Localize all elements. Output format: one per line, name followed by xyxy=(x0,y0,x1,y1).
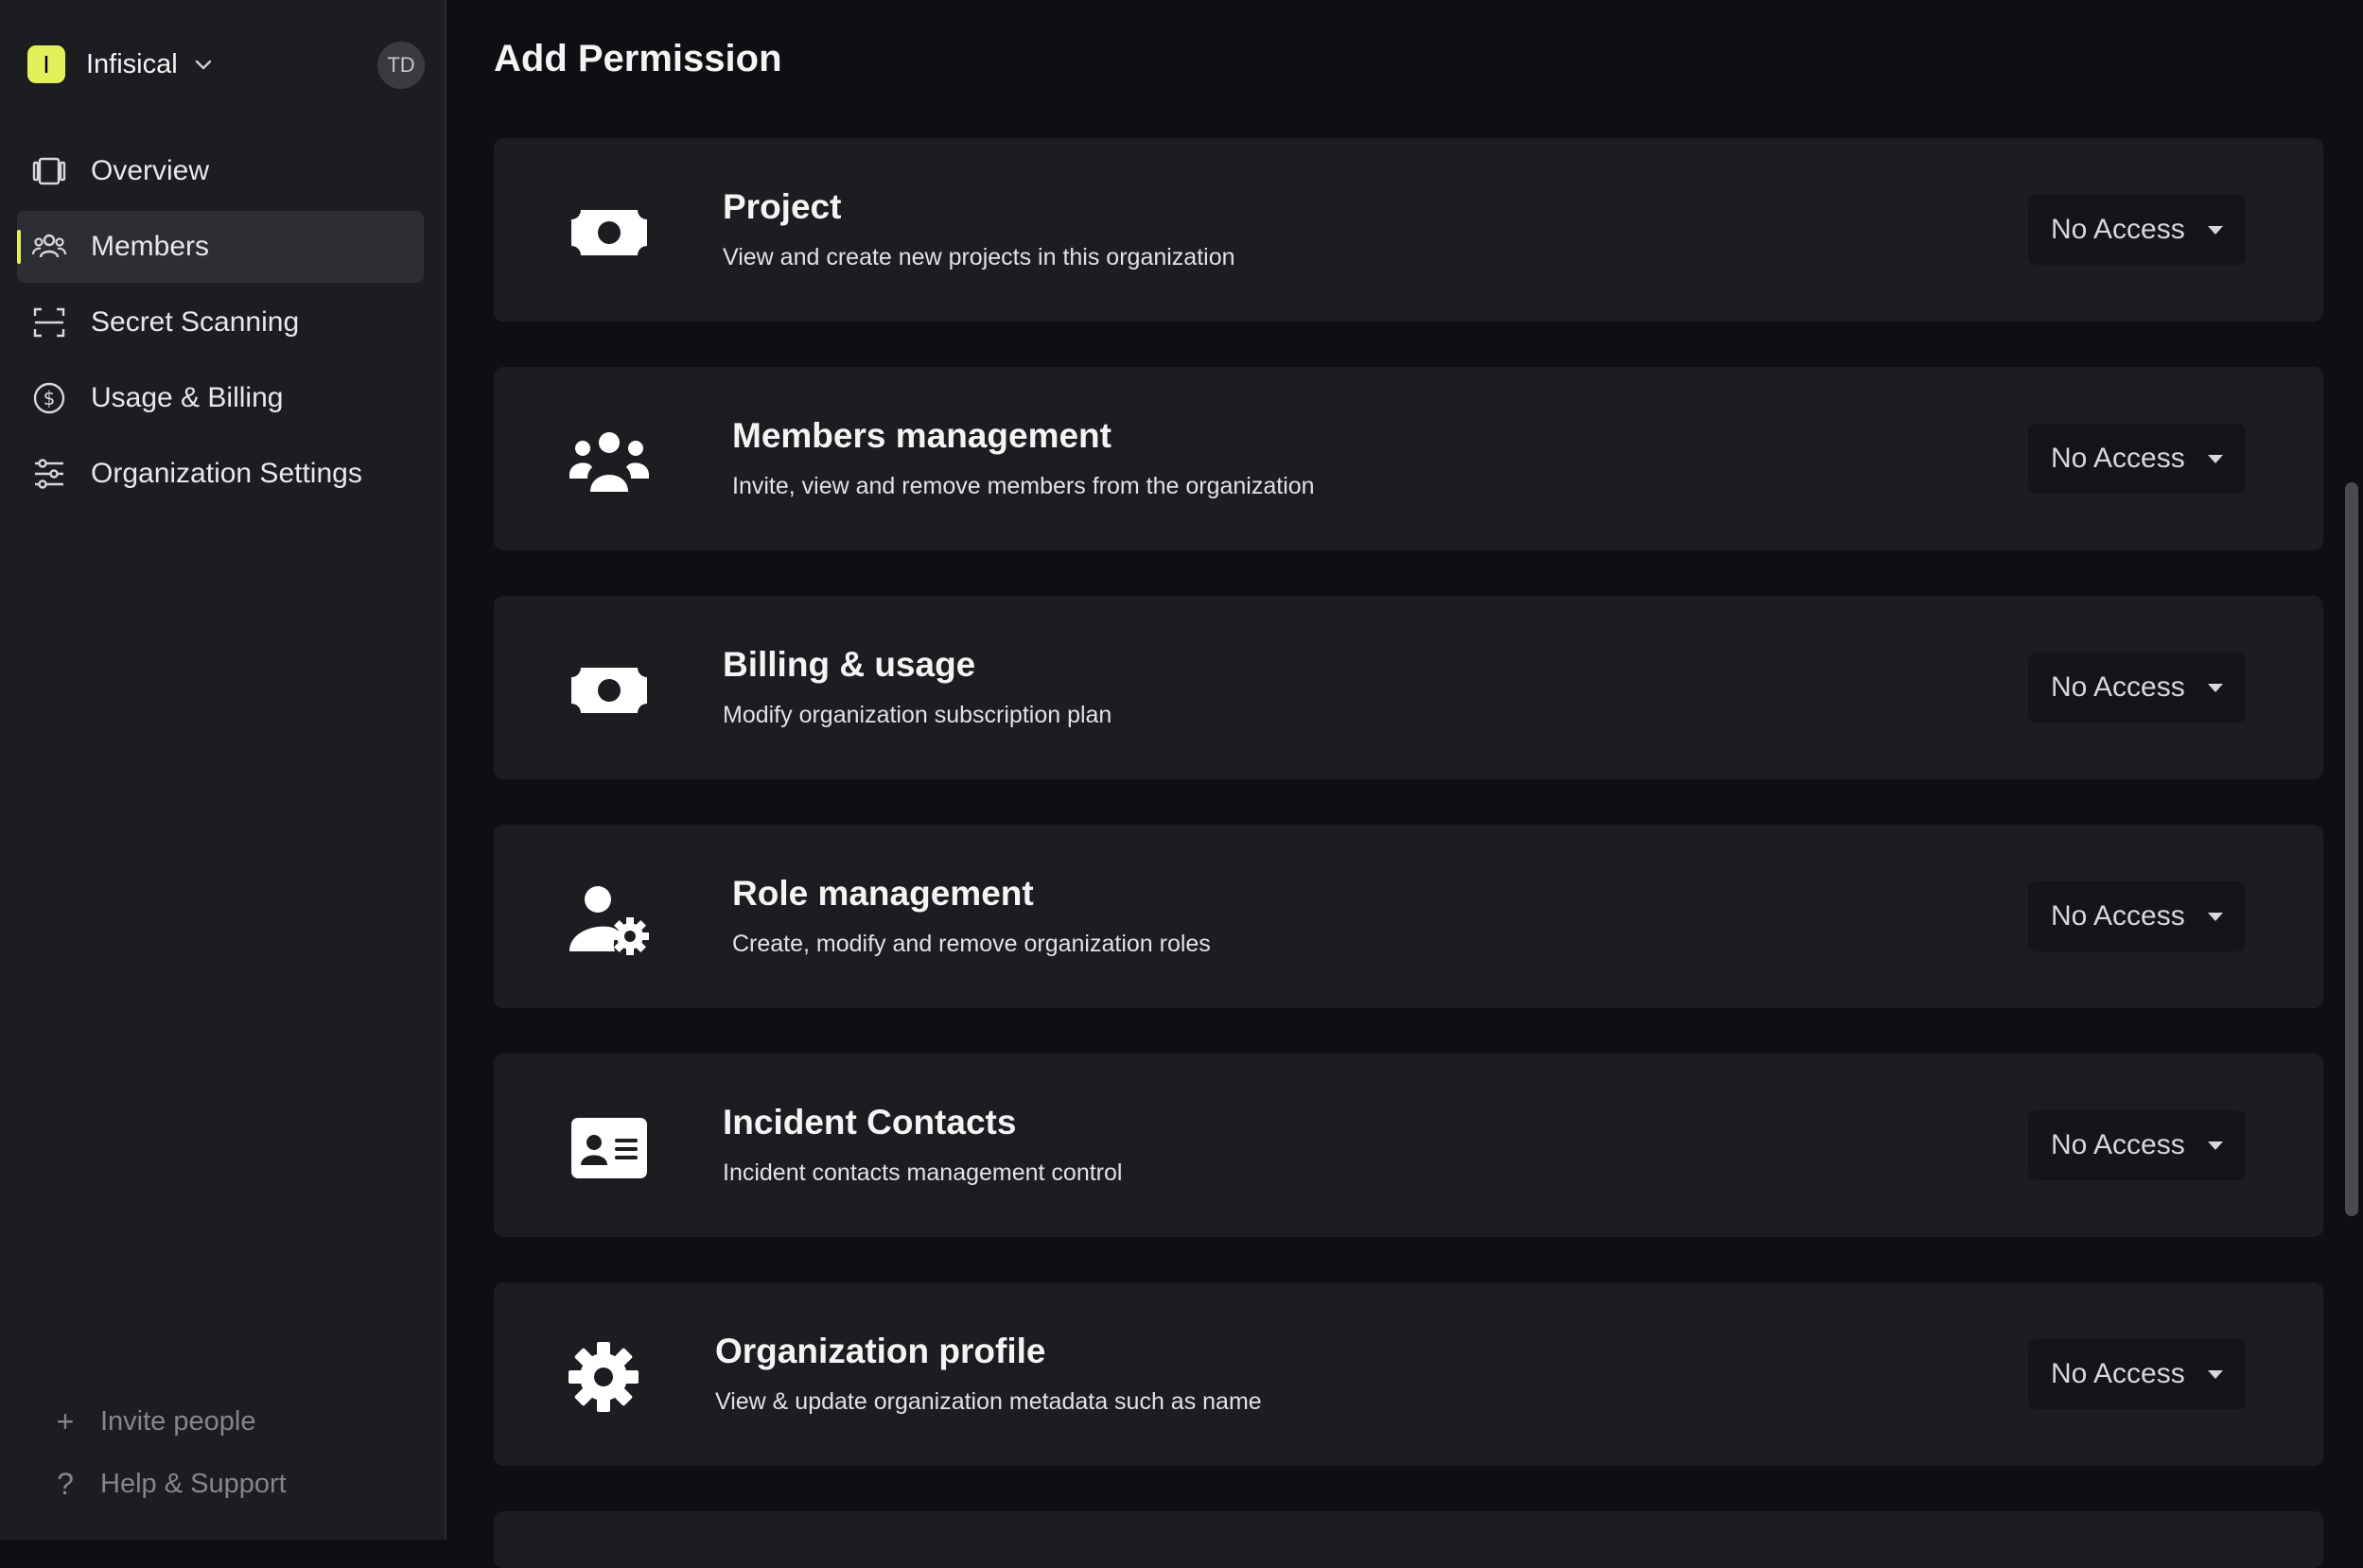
invite-people-button[interactable]: + Invite people xyxy=(49,1390,287,1453)
permission-description: Modify organization subscription plan xyxy=(723,702,1112,728)
access-select-value: No Access xyxy=(2051,214,2185,245)
access-select-value: No Access xyxy=(2051,900,2185,932)
scrollbar[interactable] xyxy=(2338,0,2363,1540)
gear-icon xyxy=(560,1339,647,1415)
invite-people-label: Invite people xyxy=(100,1405,256,1437)
permission-title: Members management xyxy=(732,416,1111,455)
sidebar-footer: + Invite people ? Help & Support xyxy=(49,1390,287,1515)
permission-description: Invite, view and remove members from the… xyxy=(732,473,1315,499)
sidebar-item-label: Secret Scanning xyxy=(91,306,300,338)
access-select-value: No Access xyxy=(2051,443,2185,474)
permission-card-members-management: Members management Invite, view and remo… xyxy=(494,367,2323,550)
main-content: Add Permission Project View and create n… xyxy=(446,0,2338,1568)
permission-card-partial xyxy=(494,1511,2323,1568)
permission-description: Create, modify and remove organization r… xyxy=(732,931,1211,957)
access-select[interactable]: No Access xyxy=(2028,881,2246,951)
overview-icon xyxy=(30,152,68,190)
sidebar-item-label: Overview xyxy=(91,155,210,186)
org-logo: I xyxy=(27,45,65,83)
permission-title: Role management xyxy=(732,874,1034,913)
permission-title: Billing & usage xyxy=(723,645,976,684)
permission-card-role-management: Role management Create, modify and remov… xyxy=(494,825,2323,1008)
permission-card-incident-contacts: Incident Contacts Incident contacts mana… xyxy=(494,1054,2323,1237)
access-select[interactable]: No Access xyxy=(2028,195,2246,265)
avatar[interactable]: TD xyxy=(377,42,425,89)
sidebar-item-secret-scanning[interactable]: Secret Scanning xyxy=(17,287,424,358)
money-bill-icon xyxy=(566,195,653,270)
access-select-value: No Access xyxy=(2051,1129,2185,1160)
money-bill-icon xyxy=(566,653,653,728)
permission-card-project: Project View and create new projects in … xyxy=(494,138,2323,322)
question-icon: ? xyxy=(57,1466,74,1501)
sidebar-item-label: Members xyxy=(91,231,210,262)
sidebar-item-organization-settings[interactable]: Organization Settings xyxy=(17,438,424,510)
svg-text:$: $ xyxy=(44,387,56,409)
access-select[interactable]: No Access xyxy=(2028,653,2246,723)
help-support-button[interactable]: ? Help & Support xyxy=(49,1453,287,1515)
sidebar-item-overview[interactable]: Overview xyxy=(17,135,424,207)
scan-icon xyxy=(30,304,68,341)
caret-down-icon xyxy=(2208,455,2223,463)
sidebar-item-members[interactable]: Members xyxy=(17,211,424,283)
contact-card-icon xyxy=(566,1110,653,1186)
permission-card-billing-usage: Billing & usage Modify organization subs… xyxy=(494,596,2323,779)
access-select[interactable]: No Access xyxy=(2028,424,2246,494)
sliders-icon xyxy=(30,455,68,493)
access-select-value: No Access xyxy=(2051,671,2185,703)
permission-title: Incident Contacts xyxy=(723,1103,1017,1141)
chevron-down-icon xyxy=(193,54,214,75)
caret-down-icon xyxy=(2208,684,2223,692)
caret-down-icon xyxy=(2208,226,2223,235)
permission-title: Organization profile xyxy=(715,1332,1046,1370)
access-select[interactable]: No Access xyxy=(2028,1339,2246,1409)
permission-card-organization-profile: Organization profile View & update organ… xyxy=(494,1282,2323,1466)
org-switcher[interactable]: I Infisical TD xyxy=(27,42,425,89)
access-select-value: No Access xyxy=(2051,1358,2185,1389)
scrollbar-thumb[interactable] xyxy=(2345,482,2358,1216)
plus-icon: + xyxy=(56,1403,75,1438)
permission-title: Project xyxy=(723,187,842,226)
sidebar: I Infisical TD Overview Members Secret S… xyxy=(0,0,446,1540)
sidebar-nav: Overview Members Secret Scanning $ Usage… xyxy=(17,135,424,514)
access-select[interactable]: No Access xyxy=(2028,1110,2246,1180)
caret-down-icon xyxy=(2208,913,2223,921)
permission-description: View & update organization metadata such… xyxy=(715,1388,1262,1415)
caret-down-icon xyxy=(2208,1141,2223,1150)
caret-down-icon xyxy=(2208,1370,2223,1379)
help-support-label: Help & Support xyxy=(100,1468,287,1499)
permission-description: View and create new projects in this org… xyxy=(723,244,1235,270)
members-icon xyxy=(30,228,68,266)
sidebar-item-label: Usage & Billing xyxy=(91,382,284,413)
page-title: Add Permission xyxy=(494,38,782,79)
dollar-circle-icon: $ xyxy=(30,379,68,417)
sidebar-item-label: Organization Settings xyxy=(91,458,362,489)
sidebar-item-usage-billing[interactable]: $ Usage & Billing xyxy=(17,362,424,434)
permission-description: Incident contacts management control xyxy=(723,1159,1123,1186)
org-name: Infisical xyxy=(86,48,178,79)
users-icon xyxy=(566,424,653,499)
user-gear-icon xyxy=(566,881,653,957)
